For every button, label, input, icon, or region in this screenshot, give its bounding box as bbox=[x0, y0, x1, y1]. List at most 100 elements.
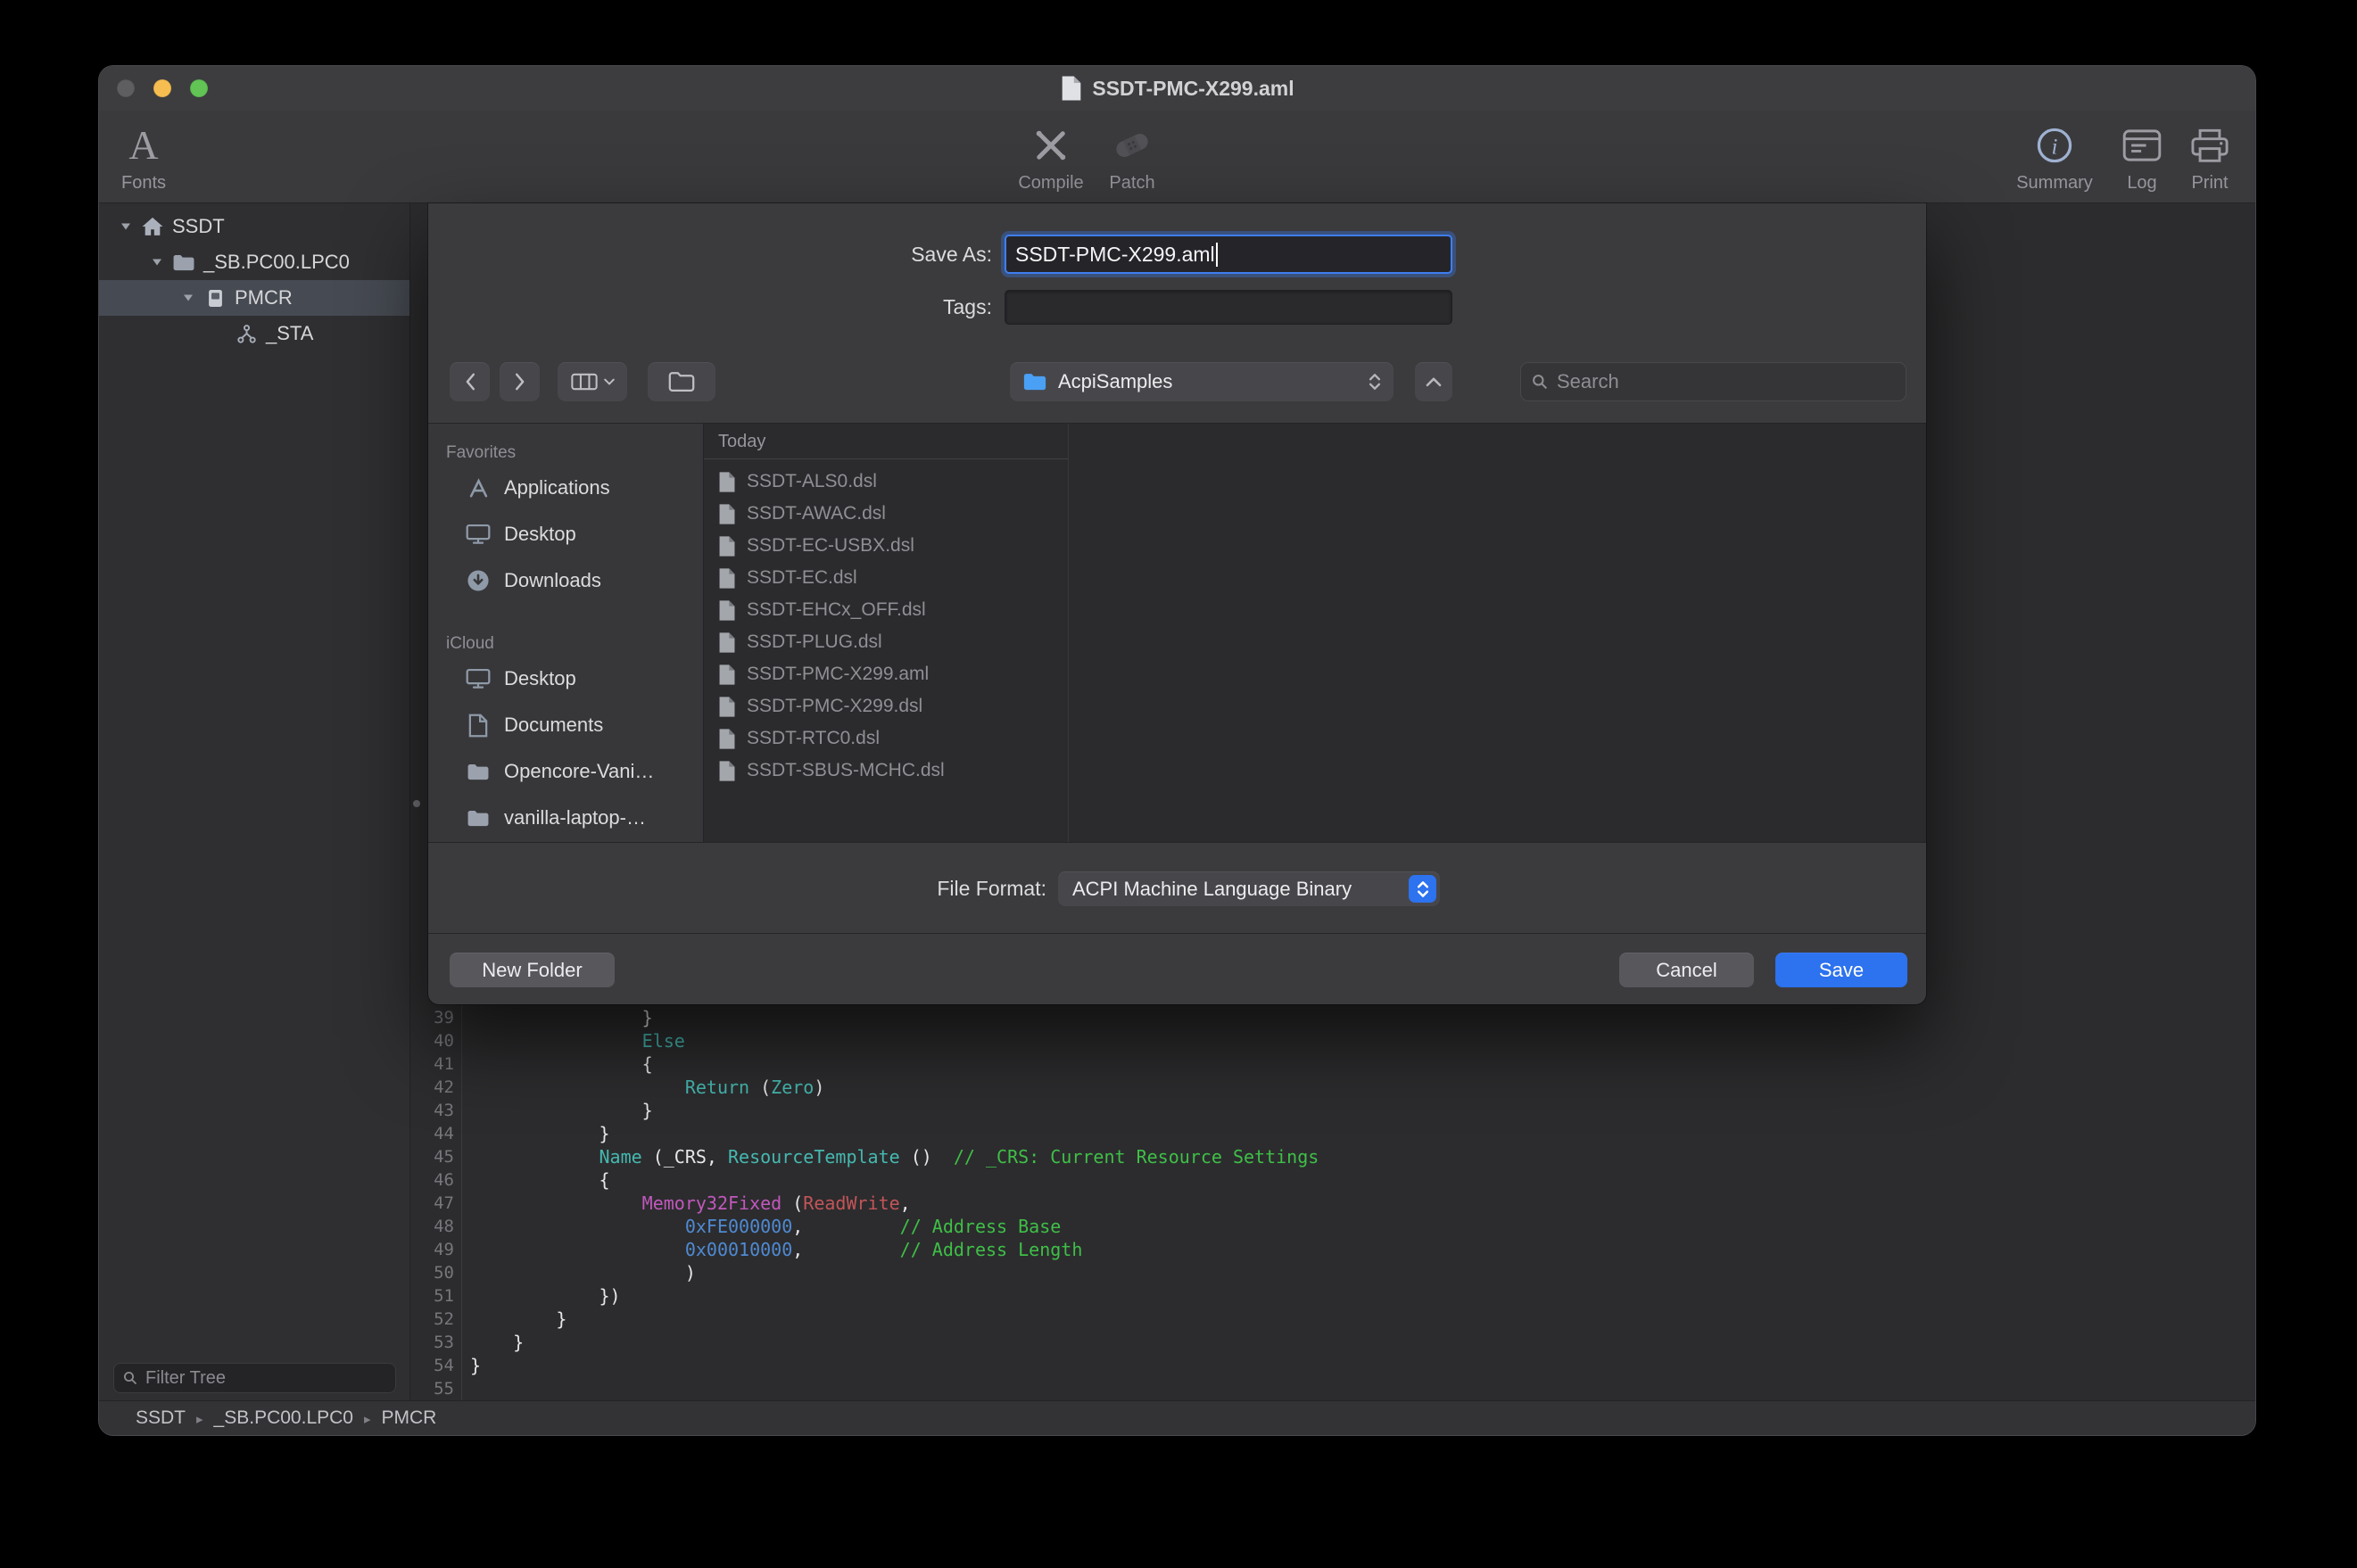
cancel-button[interactable]: Cancel bbox=[1619, 953, 1754, 987]
splitter-handle[interactable] bbox=[413, 800, 420, 807]
disclosure-triangle-icon[interactable] bbox=[146, 258, 168, 267]
sidebar-item-downloads[interactable]: Downloads bbox=[428, 557, 703, 604]
forward-button[interactable] bbox=[500, 362, 540, 401]
log-icon bbox=[2122, 118, 2162, 173]
document-icon bbox=[718, 728, 736, 750]
chevron-down-icon bbox=[604, 378, 615, 385]
line-number: 48 bbox=[410, 1215, 454, 1238]
code-line: 43 } bbox=[410, 1099, 2255, 1122]
desktop-icon bbox=[465, 524, 492, 545]
breadcrumb-item[interactable]: SSDT bbox=[136, 1407, 186, 1429]
document-icon bbox=[718, 664, 736, 686]
line-number: 49 bbox=[410, 1238, 454, 1261]
location-popup[interactable]: AcpiSamples bbox=[1010, 362, 1394, 401]
titlebar: SSDT-PMC-X299.aml bbox=[99, 66, 2255, 111]
sidebar-item-opencore-vani[interactable]: Opencore-Vani… bbox=[428, 748, 703, 795]
disclosure-triangle-icon[interactable] bbox=[178, 293, 199, 302]
folder-view-button[interactable] bbox=[648, 362, 715, 401]
file-item[interactable]: SSDT-SBUS-MCHC.dsl bbox=[704, 755, 1068, 787]
title-group: SSDT-PMC-X299.aml bbox=[1060, 75, 1294, 102]
file-item[interactable]: SSDT-EC-USBX.dsl bbox=[704, 530, 1068, 562]
file-name: SSDT-ALS0.dsl bbox=[747, 471, 877, 492]
file-item[interactable]: SSDT-RTC0.dsl bbox=[704, 722, 1068, 755]
document-icon bbox=[718, 599, 736, 622]
breadcrumb: SSDT▸_SB.PC00.LPC0▸PMCR bbox=[136, 1407, 436, 1429]
tags-input[interactable] bbox=[1005, 290, 1452, 325]
new-folder-button[interactable]: New Folder bbox=[450, 953, 615, 987]
sidebar-item-desktop[interactable]: Desktop bbox=[428, 656, 703, 702]
search-icon bbox=[1532, 374, 1548, 390]
breadcrumb-item[interactable]: PMCR bbox=[382, 1407, 437, 1429]
sidebar-item-label: Desktop bbox=[504, 523, 576, 546]
sidebar-item-vanilla-laptop[interactable]: vanilla-laptop-… bbox=[428, 795, 703, 841]
patch-button[interactable]: Patch bbox=[1083, 118, 1181, 194]
tree-item-sb-pc00-lpc0[interactable]: _SB.PC00.LPC0 bbox=[99, 244, 409, 280]
search-field[interactable]: Search bbox=[1520, 362, 1906, 401]
disclosure-triangle-icon[interactable] bbox=[115, 222, 136, 231]
file-item[interactable]: SSDT-EC.dsl bbox=[704, 562, 1068, 594]
code-text: Return (Zero) bbox=[470, 1076, 824, 1099]
code-text: 0xFE000000, // Address Base bbox=[470, 1215, 1061, 1238]
code-line: 53 } bbox=[410, 1331, 2255, 1354]
file-format-popup[interactable]: ACPI Machine Language Binary bbox=[1058, 871, 1440, 906]
print-button[interactable]: Print bbox=[2170, 118, 2250, 194]
filter-tree-field[interactable]: Filter Tree bbox=[113, 1363, 396, 1393]
sidebar-item-applications[interactable]: Applications bbox=[428, 465, 703, 511]
location-value: AcpiSamples bbox=[1058, 370, 1369, 393]
code-text: }) bbox=[470, 1284, 621, 1308]
home-icon bbox=[136, 216, 169, 237]
sidebar-item-label: vanilla-laptop-… bbox=[504, 806, 646, 829]
file-item[interactable]: SSDT-PMC-X299.aml bbox=[704, 658, 1068, 690]
editor-code: 39 }40 Else41 {42 Return (Zero)43 }44 }4… bbox=[410, 1006, 2255, 1400]
fonts-button[interactable]: A Fonts bbox=[99, 118, 188, 194]
text-caret bbox=[1216, 243, 1218, 267]
maciasl-window: SSDT-PMC-X299.aml A Fonts Compile Patch … bbox=[99, 66, 2255, 1435]
back-button[interactable] bbox=[450, 362, 490, 401]
view-mode-button[interactable] bbox=[558, 362, 627, 401]
breadcrumb-item[interactable]: _SB.PC00.LPC0 bbox=[214, 1407, 353, 1429]
code-text: Memory32Fixed (ReadWrite, bbox=[470, 1192, 911, 1215]
tree-item-ssdt[interactable]: SSDT bbox=[99, 209, 409, 244]
breadcrumb-separator-icon: ▸ bbox=[364, 1409, 371, 1427]
code-text: Else bbox=[470, 1029, 685, 1052]
line-number: 39 bbox=[410, 1006, 454, 1029]
folder-icon bbox=[465, 809, 492, 828]
close-button[interactable] bbox=[117, 79, 135, 97]
chevron-up-icon bbox=[1426, 376, 1442, 387]
sidebar: SSDT_SB.PC00.LPC0 PMCR _STA Filter Tree bbox=[99, 203, 410, 1400]
minimize-button[interactable] bbox=[153, 79, 171, 97]
code-line: 47 Memory32Fixed (ReadWrite, bbox=[410, 1192, 2255, 1215]
file-item[interactable]: SSDT-PMC-X299.dsl bbox=[704, 690, 1068, 722]
file-name: SSDT-SBUS-MCHC.dsl bbox=[747, 760, 945, 781]
file-item[interactable]: SSDT-EHCx_OFF.dsl bbox=[704, 594, 1068, 626]
code-text: } bbox=[470, 1331, 524, 1354]
code-line: 48 0xFE000000, // Address Base bbox=[410, 1215, 2255, 1238]
tree-item-label: PMCR bbox=[235, 286, 293, 309]
code-line: 54} bbox=[410, 1354, 2255, 1377]
folder-icon bbox=[1022, 372, 1047, 392]
code-line: 50 ) bbox=[410, 1261, 2255, 1284]
tree-item-pmcr[interactable]: PMCR bbox=[99, 280, 409, 316]
line-number: 46 bbox=[410, 1168, 454, 1192]
sidebar-item-desktop[interactable]: Desktop bbox=[428, 511, 703, 557]
save-dialog: Save As: SSDT-PMC-X299.aml Tags: AcpiSam… bbox=[428, 203, 1926, 1004]
save-as-input[interactable]: SSDT-PMC-X299.aml bbox=[1005, 235, 1452, 274]
sheet-separator bbox=[428, 933, 1926, 934]
up-directory-button[interactable] bbox=[1415, 362, 1452, 401]
compile-label: Compile bbox=[1018, 173, 1083, 194]
file-item[interactable]: SSDT-ALS0.dsl bbox=[704, 466, 1068, 498]
file-name: SSDT-RTC0.dsl bbox=[747, 728, 880, 749]
line-number: 45 bbox=[410, 1145, 454, 1168]
zoom-button[interactable] bbox=[190, 79, 208, 97]
tree-item-sta[interactable]: _STA bbox=[99, 316, 409, 351]
dialog-favorites-list: Applications Desktop Downloads bbox=[428, 465, 703, 604]
file-name: SSDT-PMC-X299.aml bbox=[747, 664, 929, 685]
summary-button[interactable]: i Summary bbox=[2010, 118, 2099, 194]
save-button[interactable]: Save bbox=[1775, 953, 1907, 987]
file-item[interactable]: SSDT-AWAC.dsl bbox=[704, 498, 1068, 530]
code-line: 41 { bbox=[410, 1052, 2255, 1076]
file-item[interactable]: SSDT-PLUG.dsl bbox=[704, 626, 1068, 658]
sidebar-item-documents[interactable]: Documents bbox=[428, 702, 703, 748]
document-icon bbox=[718, 471, 736, 493]
compile-icon bbox=[1030, 118, 1071, 173]
